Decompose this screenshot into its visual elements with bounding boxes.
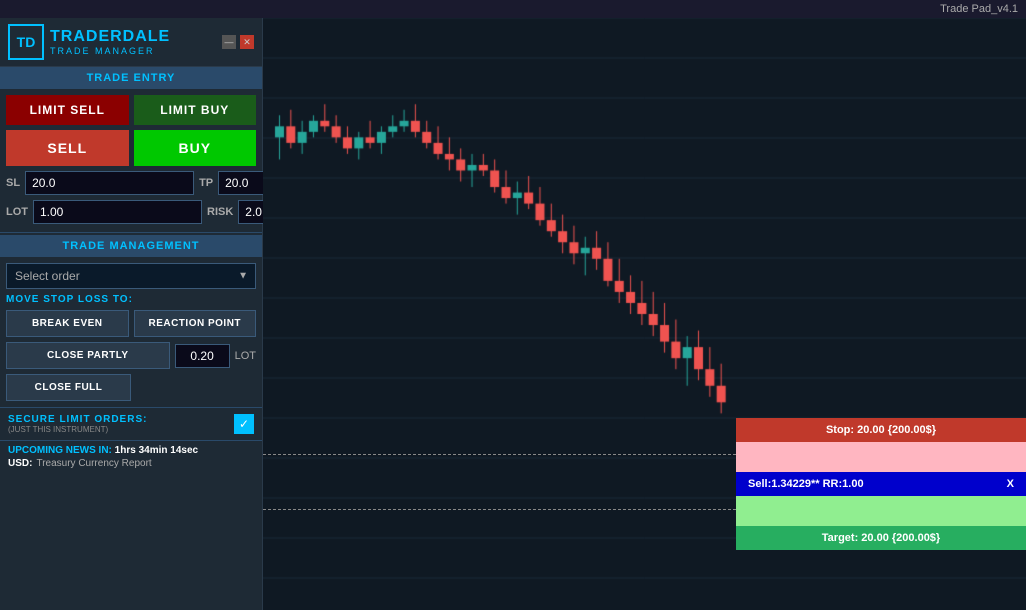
sell-buy-row: SELL BUY: [6, 130, 256, 166]
secure-section: SECURE LIMIT ORDERS: (JUST THIS INSTRUME…: [0, 407, 262, 440]
minimize-button[interactable]: —: [222, 35, 236, 49]
sell-bar: Sell:1.34229** RR:1.00 X: [736, 472, 1026, 496]
secure-checkbox[interactable]: ✓: [234, 414, 254, 434]
news-currency: USD:: [8, 458, 32, 469]
news-title: UPCOMING NEWS IN: 1hrs 34min 14sec: [8, 445, 254, 456]
stop-bar: Stop: 20.00 {200.00$}: [736, 418, 1026, 442]
sl-label: SL: [6, 177, 20, 189]
trade-overlay: Stop: 20.00 {200.00$} Sell:1.34229** RR:…: [736, 418, 1026, 550]
lot-label: LOT: [6, 206, 28, 218]
sell-close-button[interactable]: X: [1007, 478, 1014, 490]
window-controls: — ✕: [222, 35, 254, 49]
sell-button[interactable]: SELL: [6, 130, 129, 166]
limit-sell-button[interactable]: LIMIT SELL: [6, 95, 129, 125]
lot-risk-row: LOT RISK ▲ ▼ %: [6, 200, 256, 224]
lot-input[interactable]: [33, 200, 202, 224]
select-order-wrapper: Select order ▼: [6, 263, 256, 289]
left-panel: TD TRADERDALE TRADE MANAGER — ✕ TRADE EN…: [0, 18, 263, 610]
trade-entry-title: TRADE ENTRY: [0, 67, 262, 89]
secure-title: SECURE LIMIT ORDERS:: [8, 414, 147, 425]
sl-tp-row: SL TP: [6, 171, 256, 195]
limit-buy-button[interactable]: LIMIT BUY: [134, 95, 257, 125]
app-title: Trade Pad_v4.1: [940, 3, 1018, 15]
target-bar: Target: 20.00 {200.00$}: [736, 526, 1026, 550]
divider-1: [0, 232, 262, 233]
reaction-point-button[interactable]: REACTION POINT: [134, 310, 257, 337]
light-green-bar: [736, 496, 1026, 526]
logo-text: TRADERDALE TRADE MANAGER: [50, 28, 170, 56]
close-partly-lot-label: LOT: [235, 350, 256, 362]
trade-entry-section: LIMIT SELL LIMIT BUY SELL BUY SL TP LOT …: [0, 89, 262, 230]
close-full-button[interactable]: CLOSE FULL: [6, 374, 131, 401]
move-stop-label: MOVE STOP LOSS TO:: [6, 294, 256, 305]
news-section: UPCOMING NEWS IN: 1hrs 34min 14sec USD: …: [0, 440, 262, 473]
close-partly-lot-input[interactable]: [175, 344, 230, 368]
limit-buttons-row: LIMIT SELL LIMIT BUY: [6, 95, 256, 125]
news-description: Treasury Currency Report: [36, 458, 151, 469]
chart-area: Stop: 20.00 {200.00$} Sell:1.34229** RR:…: [263, 18, 1026, 610]
secure-subtitle: (JUST THIS INSTRUMENT): [8, 425, 147, 434]
logo-area: TD TRADERDALE TRADE MANAGER — ✕: [0, 18, 262, 67]
sl-input[interactable]: [25, 171, 194, 195]
news-row: USD: Treasury Currency Report: [8, 458, 254, 469]
break-even-button[interactable]: BREAK EVEN: [6, 310, 129, 337]
trade-management-title: TRADE MANAGEMENT: [0, 235, 262, 257]
logo-name: TRADERDALE: [50, 28, 170, 46]
logo-subtitle: TRADE MANAGER: [50, 46, 170, 56]
trade-management-section: Select order ▼ MOVE STOP LOSS TO: BREAK …: [0, 257, 262, 407]
secure-text: SECURE LIMIT ORDERS: (JUST THIS INSTRUME…: [8, 414, 147, 434]
sell-text: Sell:1.34229** RR:1.00: [748, 478, 864, 490]
tp-label: TP: [199, 177, 213, 189]
risk-label: RISK: [207, 206, 233, 218]
pink-bar: [736, 442, 1026, 472]
close-partly-button[interactable]: CLOSE PARTLY: [6, 342, 170, 369]
close-partly-row: CLOSE PARTLY LOT: [6, 342, 256, 369]
logo-icon: TD: [8, 24, 44, 60]
close-button[interactable]: ✕: [240, 35, 254, 49]
buy-button[interactable]: BUY: [134, 130, 257, 166]
select-order-dropdown[interactable]: Select order: [6, 263, 256, 289]
break-reaction-row: BREAK EVEN REACTION POINT: [6, 310, 256, 337]
